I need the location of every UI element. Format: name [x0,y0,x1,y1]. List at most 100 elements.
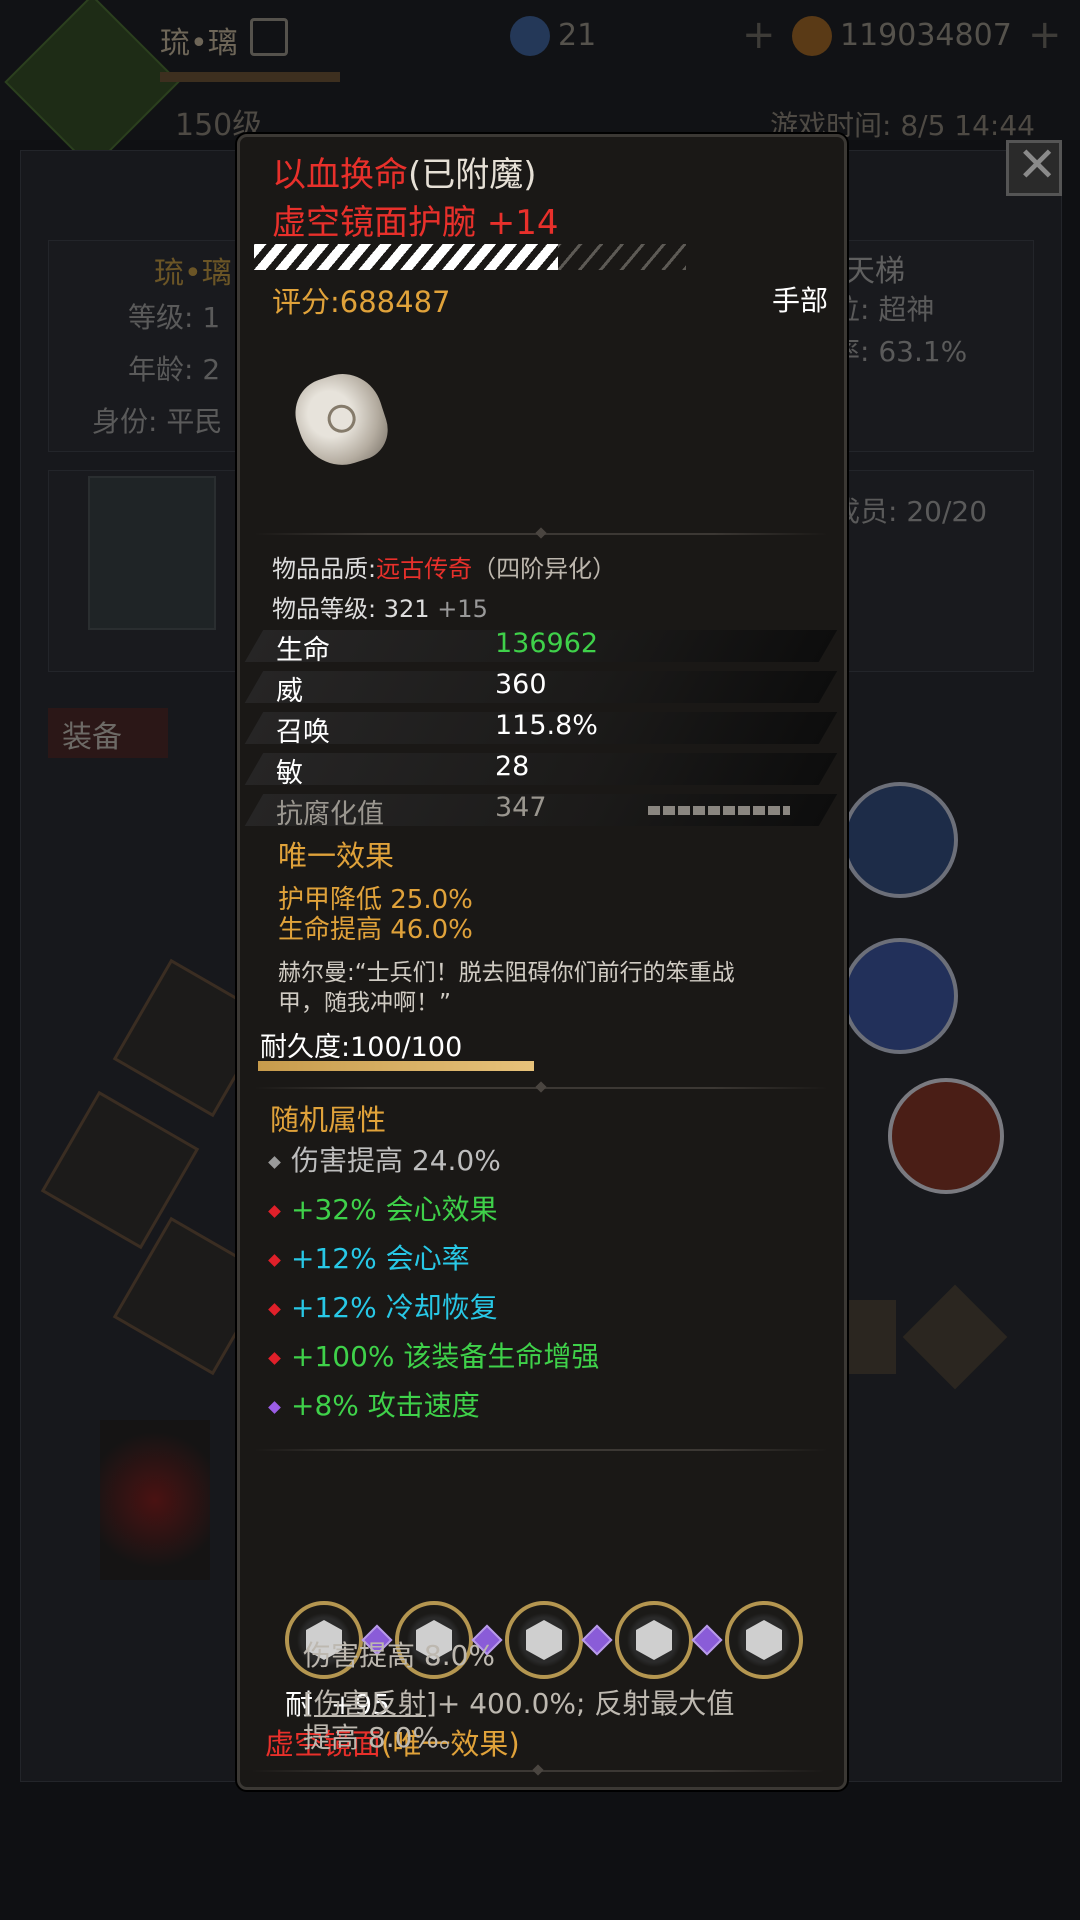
unique-effect-2: 生命提高 46.0% [278,915,473,945]
durability-label: 耐久度:100/100 [260,1032,463,1063]
stat-value: 347 [495,792,547,823]
divider-1 [254,527,828,539]
stat-row-corruption: 抗腐化值 347 [244,792,838,830]
attr-gem-icon [268,1204,281,1218]
diamond-icon [510,16,550,56]
diamond-count: 21 [558,18,597,53]
durability-bar [258,1061,534,1071]
random-attr-row: +100% 该装备生命增强 [268,1335,600,1375]
stat-label: 召唤 [276,717,330,748]
enhance-bar-filled [254,244,558,270]
attr-gem-icon [268,1302,281,1316]
stat-value: 115.8% [495,710,598,741]
add-diamond-icon[interactable]: + [742,12,776,58]
gem-icon [746,1620,782,1660]
equipment-tab-label: 装备 [62,720,122,755]
stat-value: 28 [495,751,530,782]
divider-4 [251,1764,825,1776]
gold-count: 119034807 [840,18,1012,53]
ladder-rank: 位: 超神 [832,293,935,326]
random-attr-row: 伤害提高 24.0% [268,1139,501,1179]
profile-level: 等级: 1 [128,301,221,334]
stat-row-agility: 敏 28 [244,751,838,789]
add-gold-icon[interactable]: + [1028,12,1062,58]
attr-gem-icon [268,1155,281,1169]
edit-name-icon[interactable] [250,18,288,56]
skill-icon-blue[interactable] [842,782,958,898]
guild-banner-icon[interactable] [88,476,216,630]
divider-2 [254,1081,828,1093]
random-attr-row: +12% 冷却恢复 [268,1286,498,1326]
set-effect-line1: 伤害提高 8.0% [303,1639,496,1672]
exp-bar [160,72,340,82]
quality-tier: （四阶异化） [472,555,617,583]
flavor-quote-line1: 赫尔曼:“士兵们！脱去阻碍你们前行的笨重战 [278,960,735,986]
profile-age: 年龄: 2 [128,353,221,386]
stat-label: 敏 [276,758,303,789]
random-attr-row: +32% 会心效果 [268,1188,498,1228]
gem-icon [636,1620,672,1660]
item-level-bonus: +15 [437,595,488,623]
quality-line: 物品品质:远古传奇（四阶异化） [272,549,616,584]
item-name: 虚空镜面护腕 +14 [272,203,559,243]
stat-row-summon: 召唤 115.8% [244,710,838,748]
random-attr-text: +12% 会心率 [291,1242,470,1275]
enhance-bar-empty [558,244,686,270]
stat-value: 360 [495,669,547,700]
enchant-status: (已附魔) [408,155,537,195]
random-attr-text: +100% 该装备生命增强 [291,1340,600,1373]
item-slot: 手部 [771,284,828,317]
socket-link-4 [691,1624,723,1656]
top-bar: 琉•璃 150级 21 + 119034807 + 游戏时间: 8/5 14:4… [0,0,1080,170]
ladder-label: 天梯 [845,254,905,289]
set-effect-line2-rest: + 400.0%; 反射最大值 [436,1687,735,1720]
stat-label: 抗腐化值 [276,799,384,830]
attr-gem-icon [268,1253,281,1267]
bracer-emblem [324,401,360,437]
enchant-header: 以血换命(已附魔) [272,147,537,196]
profile-identity: 身份: 平民 [92,405,223,438]
item-level-value: 321 [383,595,430,623]
player-emblem[interactable] [4,0,180,170]
talent-icon-hand[interactable] [846,1300,896,1374]
attr-gem-icon [268,1351,281,1365]
player-name: 琉•璃 [160,26,238,61]
item-level-label: 物品等级: [272,595,377,623]
divider-3 [254,1449,828,1451]
gem-socket-5[interactable] [725,1601,803,1679]
close-button[interactable]: ✕ [1006,137,1062,196]
random-attr-text: +12% 冷却恢复 [291,1291,498,1324]
ladder-rate: 率: 63.1% [832,335,968,368]
gem-icon [526,1620,562,1660]
item-score: 评分:688487 [272,285,451,319]
stat-label: 威 [276,676,303,707]
pet-red-flame-icon [100,1420,210,1580]
unique-effect-title: 唯一效果 [278,839,395,873]
quality-label: 物品品质: [272,555,377,583]
attr-gem-icon [268,1400,281,1414]
item-tooltip: 以血换命(已附魔) 虚空镜面护腕 +14 评分:688487 手部 物品品质:远… [237,134,847,1790]
gem-socket-3[interactable] [505,1601,583,1679]
guild-members: 成员: 20/20 [832,495,988,528]
random-attr-text: 伤害提高 24.0% [291,1144,501,1177]
gold-icon [792,16,832,56]
stat-label: 生命 [276,635,330,666]
gem-socket-4[interactable] [615,1601,693,1679]
random-attr-text: +32% 会心效果 [291,1193,498,1226]
skill-icon-shield[interactable] [842,938,958,1054]
bracer-item-icon [286,363,396,477]
random-attr-text: +8% 攻击速度 [291,1389,480,1422]
item-level-line: 物品等级: 321 +15 [272,589,488,624]
flavor-quote-line2: 甲，随我冲啊！” [278,990,451,1016]
corruption-meter [648,806,790,815]
durability-bar-fill [258,1061,534,1071]
skill-icon-sun[interactable] [888,1078,1004,1194]
stat-row-might: 威 360 [244,669,838,707]
random-attr-row: +8% 攻击速度 [268,1384,480,1424]
random-attr-title: 随机属性 [270,1103,387,1137]
profile-name: 琉•璃 [154,256,232,291]
close-icon: ✕ [1017,137,1058,193]
set-effect-line3: 提高 8.0%。 [303,1721,468,1754]
random-attr-row: +12% 会心率 [268,1237,470,1277]
stat-row-life: 生命 136962 [244,628,838,666]
